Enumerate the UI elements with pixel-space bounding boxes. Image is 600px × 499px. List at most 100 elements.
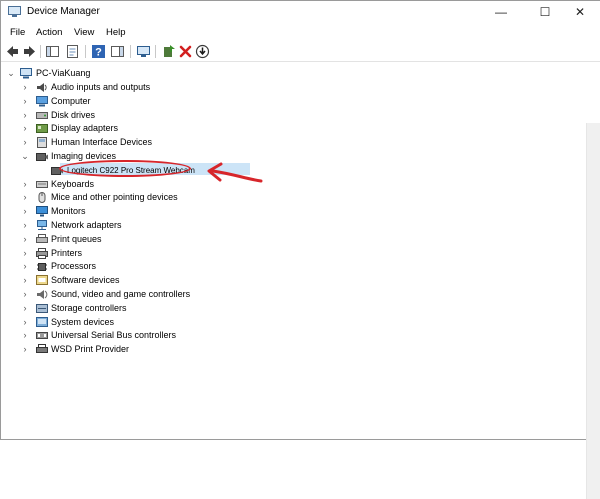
tree-category[interactable]: › Network adapters: [2, 219, 322, 232]
vertical-scrollbar[interactable]: [586, 123, 600, 499]
monitor-icon: [36, 206, 48, 217]
mouse-icon: [38, 192, 46, 204]
device-tree: ⌄ PC-ViaKuang › Audio inputs and outputs ›…: [2, 62, 600, 499]
action-pane-icon[interactable]: [110, 44, 125, 59]
sound-icon: [37, 290, 48, 299]
toolbar-separator: [130, 45, 131, 58]
expand-chevron-icon[interactable]: ›: [21, 109, 29, 122]
tree-category[interactable]: › WSD Print Provider: [2, 343, 322, 356]
expand-chevron-icon[interactable]: ›: [21, 122, 29, 135]
toolbar-separator: [85, 45, 86, 58]
keyboard-icon: [36, 180, 48, 188]
computer-root-icon: [20, 68, 32, 79]
speaker-icon: [37, 83, 47, 92]
tree-category[interactable]: › Processors: [2, 260, 322, 273]
expand-chevron-icon[interactable]: ›: [21, 260, 29, 273]
tree-root[interactable]: ⌄ PC-ViaKuang: [2, 67, 302, 80]
tree-category[interactable]: › Human Interface Devices: [2, 136, 322, 149]
tree-category-label: Sound, video and game controllers: [51, 289, 191, 299]
tree-category-label: Mice and other pointing devices: [51, 192, 178, 203]
expand-chevron-icon[interactable]: ›: [21, 191, 29, 204]
window-title: Device Manager: [27, 6, 100, 17]
tree-category-label: Keyboards: [51, 178, 95, 189]
tree-category-label: Processors: [51, 261, 97, 272]
display-adapter-icon: [36, 124, 48, 134]
tree-category[interactable]: › Printers: [2, 247, 322, 260]
disable-icon[interactable]: [195, 44, 210, 59]
tree-category-label: Monitors: [51, 206, 86, 217]
tree-category[interactable]: › Audio inputs and outputs: [2, 81, 322, 94]
menu-bar: File Action View Help: [1, 25, 600, 41]
toolbar-separator: [155, 45, 156, 58]
tree-category-label: Printers: [51, 247, 83, 258]
expand-chevron-icon[interactable]: ›: [21, 288, 29, 301]
toolbar-separator: [40, 45, 41, 58]
expand-chevron-icon[interactable]: ›: [21, 205, 29, 218]
tree-category[interactable]: › Storage controllers: [2, 302, 322, 315]
title-bar: Device Manager — ☐ ✕: [1, 1, 600, 23]
disk-icon: [36, 111, 48, 119]
device-manager-window: Device Manager — ☐ ✕ File Action View He…: [0, 0, 600, 499]
tree-category[interactable]: › Software devices: [2, 274, 322, 287]
expand-chevron-icon[interactable]: ›: [21, 219, 29, 232]
tree-category[interactable]: › Sound, video and game controllers: [2, 288, 322, 301]
console-tree-icon[interactable]: [45, 44, 60, 59]
expand-chevron-icon[interactable]: ›: [21, 178, 29, 191]
processor-icon: [37, 263, 47, 272]
expand-chevron-icon[interactable]: ›: [21, 343, 29, 356]
expand-chevron-icon[interactable]: ›: [21, 95, 29, 108]
expand-chevron-icon[interactable]: ›: [21, 274, 29, 287]
properties-icon[interactable]: [65, 44, 80, 59]
tree-category-label: Print queues: [51, 233, 102, 244]
forward-icon[interactable]: [22, 44, 37, 59]
tree-category-label: WSD Print Provider: [51, 344, 130, 355]
menu-action[interactable]: Action: [36, 27, 62, 38]
tree-category-label: Universal Serial Bus controllers: [51, 330, 177, 341]
close-button[interactable]: ✕: [560, 1, 600, 23]
menu-help[interactable]: Help: [106, 27, 126, 38]
tree-category[interactable]: › Display adapters: [2, 122, 322, 135]
tree-category[interactable]: › Monitors: [2, 205, 322, 218]
tree-category-label: Disk drives: [51, 109, 96, 120]
tree-category-label: Software devices: [51, 275, 120, 286]
tree-category[interactable]: › Mice and other pointing devices: [2, 191, 322, 204]
tree-root-label: PC-ViaKuang: [36, 68, 91, 78]
usb-icon: [36, 332, 48, 340]
expand-chevron-icon[interactable]: ›: [21, 247, 29, 260]
maximize-button[interactable]: ☐: [525, 1, 565, 23]
expand-chevron-icon[interactable]: ›: [21, 233, 29, 246]
tree-category[interactable]: › Disk drives: [2, 109, 322, 122]
scan-hardware-icon[interactable]: [136, 44, 151, 59]
printer-icon: [36, 247, 48, 259]
update-driver-icon[interactable]: [161, 44, 176, 59]
device-manager-icon: [8, 6, 21, 17]
back-icon[interactable]: [5, 44, 20, 59]
expand-chevron-icon[interactable]: ›: [21, 302, 29, 315]
tree-category[interactable]: › Universal Serial Bus controllers: [2, 329, 322, 342]
expand-chevron-icon[interactable]: ›: [21, 329, 29, 342]
menu-file[interactable]: File: [10, 27, 25, 38]
tree-category-label: Storage controllers: [51, 302, 127, 313]
tree-category-label: Audio inputs and outputs: [51, 82, 151, 92]
print-queue-icon: [36, 233, 48, 243]
system-device-icon: [36, 316, 48, 327]
wsd-icon: [36, 344, 48, 354]
tree-category[interactable]: › System devices: [2, 316, 322, 329]
minimize-button[interactable]: —: [481, 1, 521, 23]
expand-chevron-icon[interactable]: ›: [21, 136, 29, 149]
help-icon[interactable]: ?: [91, 44, 106, 59]
svg-text:?: ?: [95, 47, 102, 59]
storage-icon: [36, 303, 48, 313]
uninstall-icon[interactable]: [178, 44, 193, 59]
expand-chevron-icon[interactable]: ›: [21, 81, 29, 94]
tree-category[interactable]: › Print queues: [2, 233, 322, 246]
annotation-ellipse: [59, 160, 191, 177]
expand-chevron-icon[interactable]: ›: [21, 316, 29, 329]
collapse-chevron-icon[interactable]: ⌄: [21, 150, 29, 163]
tree-category-label: Network adapters: [51, 220, 122, 230]
toolbar: ?: [1, 42, 600, 62]
tree-category[interactable]: › Keyboards: [2, 178, 322, 191]
collapse-chevron-icon[interactable]: ⌄: [7, 67, 15, 80]
menu-view[interactable]: View: [74, 27, 94, 38]
tree-category[interactable]: › Computer: [2, 95, 322, 108]
